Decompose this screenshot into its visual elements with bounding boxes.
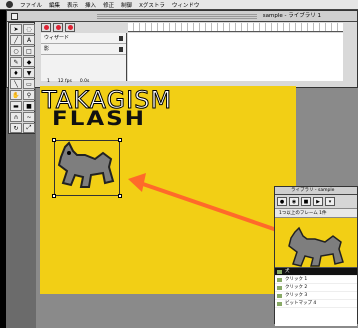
list-item[interactable]: クリック 1: [275, 276, 357, 284]
item-label: ビットマップ 4: [285, 301, 317, 306]
library-title: ライブラリ - sample: [291, 188, 335, 193]
library-title-bar[interactable]: ライブラリ - sample: [275, 187, 357, 195]
stop-button[interactable]: ■: [301, 197, 311, 206]
item-label: 犬: [285, 269, 290, 274]
list-item[interactable]: クリック 3: [275, 292, 357, 300]
options-button[interactable]: ●: [277, 197, 287, 206]
sound-icon: [277, 278, 282, 282]
menu-arrow-button[interactable]: ▾: [325, 197, 335, 206]
item-label: クリック 2: [285, 285, 308, 290]
symbol-icon: [277, 270, 282, 274]
bitmap-icon: [277, 302, 282, 306]
list-item[interactable]: クリック 2: [275, 284, 357, 292]
list-item[interactable]: 犬: [275, 268, 357, 276]
sound-icon: [277, 294, 282, 298]
library-preview: [275, 218, 357, 268]
new-symbol-button[interactable]: ◉: [289, 197, 299, 206]
play-icon[interactable]: ▶: [313, 197, 323, 206]
list-item[interactable]: ビットマップ 4: [275, 300, 357, 308]
library-list: 犬 クリック 1 クリック 2 クリック 3 ビットマップ 4: [275, 268, 357, 326]
library-window: ライブラリ - sample ● ◉ ■ ▶ ▾ 1つ以上のフレーム 1件 犬 …: [274, 186, 358, 326]
library-controls: ● ◉ ■ ▶ ▾: [275, 195, 357, 208]
sound-icon: [277, 286, 282, 290]
screen: ファイル 編集 表示 挿入 修正 制御 Xグストラ ウィンドウ sample -…: [0, 0, 358, 328]
item-label: クリック 1: [285, 277, 308, 282]
item-label: クリック 3: [285, 293, 308, 298]
dog-icon: [288, 226, 344, 267]
library-info: 1つ以上のフレーム 1件: [275, 208, 357, 218]
